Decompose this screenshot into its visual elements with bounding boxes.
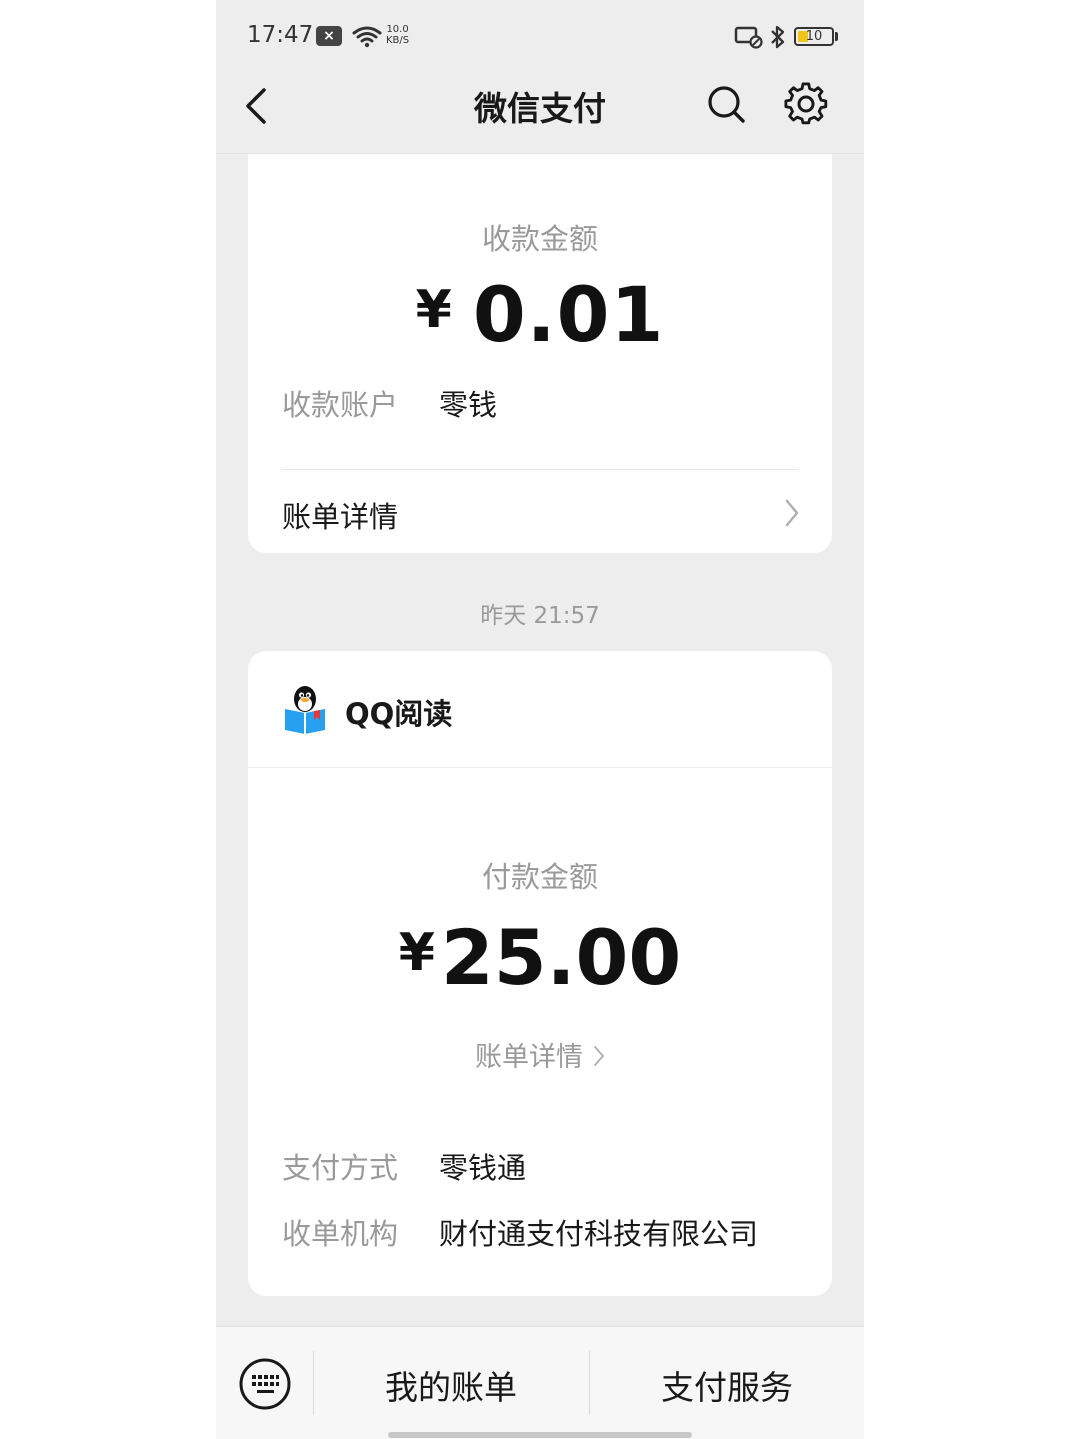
home-indicator[interactable]	[388, 1432, 692, 1438]
account-label: 收款账户	[282, 388, 399, 422]
title-bar: 微信支付	[216, 72, 864, 154]
receipt-card: 收款金额 ¥0.01 收款账户 零钱 账单详情	[248, 120, 832, 553]
bill-detail-link[interactable]: 账单详情	[248, 1035, 832, 1074]
close-box-icon: ×	[316, 26, 342, 46]
chevron-right-icon[interactable]	[593, 1045, 605, 1067]
status-bar: 17:47 × 10.0 KB/S 10	[216, 0, 864, 72]
my-bill-button[interactable]: 我的账单	[313, 1361, 589, 1409]
page-title: 微信支付	[474, 89, 606, 128]
wifi-icon	[352, 26, 382, 48]
gear-icon[interactable]	[784, 82, 828, 126]
amount-value: ¥25.00	[248, 913, 832, 1002]
pay-service-button[interactable]: 支付服务	[589, 1361, 864, 1409]
merchant-name: QQ阅读	[345, 697, 453, 731]
amount-value: ¥0.01	[248, 270, 832, 359]
message-timestamp: 昨天 21:57	[480, 603, 600, 629]
cast-icon	[734, 26, 763, 49]
bluetooth-icon	[771, 25, 785, 49]
divider	[282, 469, 798, 470]
acquirer-label: 收单机构	[282, 1217, 399, 1251]
merchant-header[interactable]: QQ阅读	[248, 651, 832, 768]
payment-card[interactable]: QQ阅读 付款金额 ¥25.00 账单详情 支付方式 零钱通 收单机构 财付通支…	[248, 651, 832, 1296]
bill-detail-link[interactable]: 账单详情	[282, 494, 398, 536]
qq-reading-logo-icon	[285, 686, 325, 734]
status-time: 17:47	[247, 22, 314, 48]
amount-number: 0.01	[472, 270, 665, 359]
currency-symbol: ¥	[398, 923, 435, 983]
pay-method-value: 零钱通	[439, 1151, 527, 1185]
amount-label: 收款金额	[481, 222, 598, 256]
battery-cap	[835, 32, 838, 41]
account-value: 零钱	[439, 388, 498, 422]
phone-screen: 17:47 × 10.0 KB/S 10 微信支付 收款金额 ¥ 0.01 收款…	[216, 0, 864, 1439]
network-speed: 10.0 KB/S	[386, 24, 410, 46]
keyboard-icon[interactable]	[238, 1357, 292, 1411]
chevron-right-icon[interactable]	[784, 498, 800, 528]
bill-detail-label[interactable]: 账单详情	[475, 1042, 583, 1073]
bottom-menu-bar: 我的账单 支付服务	[216, 1326, 864, 1439]
amount-label: 付款金额	[481, 860, 598, 894]
amount-number: 25.00	[440, 913, 682, 1002]
search-icon[interactable]	[706, 84, 746, 124]
acquirer-value: 财付通支付科技有限公司	[439, 1217, 759, 1251]
pay-method-label: 支付方式	[282, 1151, 399, 1185]
battery-icon: 10	[794, 27, 834, 46]
currency-symbol: ¥	[415, 280, 453, 340]
